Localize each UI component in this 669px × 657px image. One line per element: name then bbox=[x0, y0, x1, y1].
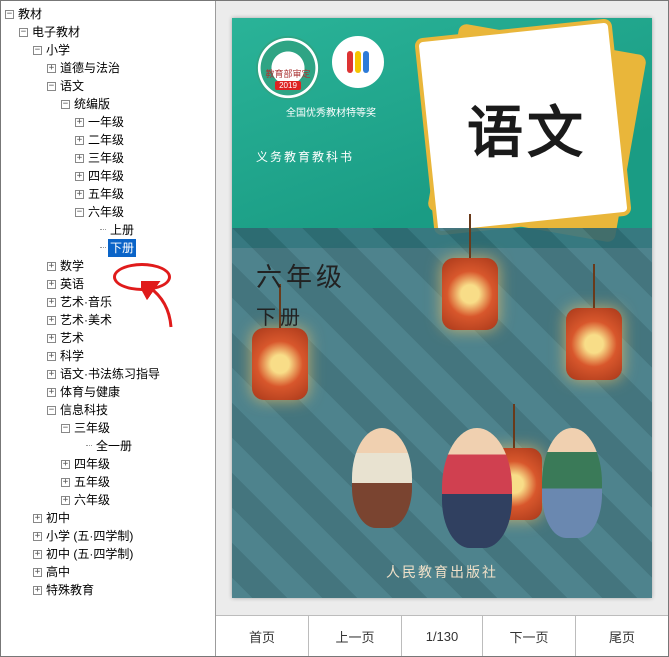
expand-icon[interactable]: + bbox=[47, 298, 56, 307]
tree-item-special[interactable]: +特殊教育 bbox=[33, 581, 215, 599]
tree-item-grade3[interactable]: +三年级 bbox=[75, 149, 215, 167]
expand-icon[interactable]: + bbox=[47, 370, 56, 379]
page-viewer[interactable]: 教育部审定 2019 全国优秀教材特等奖 义务教育教科书 语文 bbox=[216, 1, 668, 615]
tree-item-art[interactable]: +艺术 bbox=[47, 329, 215, 347]
first-page-button[interactable]: 首页 bbox=[216, 616, 309, 656]
collapse-icon[interactable]: − bbox=[61, 424, 70, 433]
expand-icon[interactable]: + bbox=[75, 118, 84, 127]
expand-icon[interactable]: + bbox=[61, 496, 70, 505]
expand-icon[interactable]: + bbox=[47, 64, 56, 73]
expand-icon[interactable]: + bbox=[75, 136, 84, 145]
tree-item-vol-upper[interactable]: 上册 bbox=[89, 221, 215, 239]
expand-icon[interactable]: + bbox=[47, 352, 56, 361]
expand-icon[interactable]: + bbox=[47, 334, 56, 343]
tree-item-junior54[interactable]: +初中 (五·四学制) bbox=[33, 545, 215, 563]
tree-item-senior[interactable]: +高中 bbox=[33, 563, 215, 581]
tree-item-grade4[interactable]: +四年级 bbox=[75, 167, 215, 185]
expand-icon[interactable]: + bbox=[33, 568, 42, 577]
tree-sidebar[interactable]: − 教材 − 电子教材 − 小学 bbox=[1, 1, 216, 656]
app-window: − 教材 − 电子教材 − 小学 bbox=[0, 0, 669, 657]
last-page-button[interactable]: 尾页 bbox=[576, 616, 668, 656]
grade-label: 六年级 bbox=[256, 258, 346, 297]
textbook-cover: 教育部审定 2019 全国优秀教材特等奖 义务教育教科书 语文 bbox=[232, 18, 652, 598]
page-indicator: 1/130 bbox=[402, 616, 483, 656]
tree-item-calligraphy[interactable]: +语文·书法练习指导 bbox=[47, 365, 215, 383]
tree-item-textbooks[interactable]: − 教材 bbox=[5, 5, 215, 23]
pager-toolbar: 首页 上一页 1/130 下一页 尾页 bbox=[216, 615, 668, 656]
tree-item-it-g5[interactable]: +五年级 bbox=[61, 473, 215, 491]
tree-item-math[interactable]: +数学 bbox=[47, 257, 215, 275]
tree-item-science[interactable]: +科学 bbox=[47, 347, 215, 365]
expand-icon[interactable]: + bbox=[47, 316, 56, 325]
next-page-button[interactable]: 下一页 bbox=[483, 616, 576, 656]
collapse-icon[interactable]: − bbox=[61, 100, 70, 109]
expand-icon[interactable]: + bbox=[33, 586, 42, 595]
tree-item-grade6[interactable]: −六年级 bbox=[75, 203, 215, 221]
tree-item-junior[interactable]: +初中 bbox=[33, 509, 215, 527]
tree-item-pe-health[interactable]: +体育与健康 bbox=[47, 383, 215, 401]
collapse-icon[interactable]: − bbox=[47, 82, 56, 91]
tree-item-it-g6[interactable]: +六年级 bbox=[61, 491, 215, 509]
volume-label: 下册 bbox=[256, 303, 346, 333]
expand-icon[interactable]: + bbox=[75, 190, 84, 199]
expand-icon[interactable]: + bbox=[33, 532, 42, 541]
tree-item-unified[interactable]: −统编版 bbox=[61, 95, 215, 113]
content-pane: 教育部审定 2019 全国优秀教材特等奖 义务教育教科书 语文 bbox=[216, 1, 668, 656]
expand-icon[interactable]: + bbox=[75, 172, 84, 181]
collapse-icon[interactable]: − bbox=[33, 46, 42, 55]
publisher-label: 人民教育出版社 bbox=[232, 562, 652, 582]
tree-item-grade2[interactable]: +二年级 bbox=[75, 131, 215, 149]
expand-icon[interactable]: + bbox=[47, 262, 56, 271]
expand-icon[interactable]: + bbox=[75, 154, 84, 163]
collapse-icon[interactable]: − bbox=[5, 10, 14, 19]
tree-item-info-tech[interactable]: −信息科技 bbox=[47, 401, 215, 419]
tree-item-art-fineart[interactable]: +艺术·美术 bbox=[47, 311, 215, 329]
tree-item-primary54[interactable]: +小学 (五·四学制) bbox=[33, 527, 215, 545]
collapse-icon[interactable]: − bbox=[47, 406, 56, 415]
expand-icon[interactable]: + bbox=[33, 514, 42, 523]
collapse-icon[interactable]: − bbox=[75, 208, 84, 217]
expand-icon[interactable]: + bbox=[47, 388, 56, 397]
tree-item-chinese[interactable]: −语文 bbox=[47, 77, 215, 95]
tree-item-it-g4[interactable]: +四年级 bbox=[61, 455, 215, 473]
expand-icon[interactable]: + bbox=[33, 550, 42, 559]
expand-icon[interactable]: + bbox=[61, 478, 70, 487]
expand-icon[interactable]: + bbox=[47, 280, 56, 289]
collapse-icon[interactable]: − bbox=[19, 28, 28, 37]
prev-page-button[interactable]: 上一页 bbox=[309, 616, 402, 656]
tree-item-grade5[interactable]: +五年级 bbox=[75, 185, 215, 203]
tree-item-primary[interactable]: − 小学 bbox=[33, 41, 215, 59]
tree-item-art-music[interactable]: +艺术·音乐 bbox=[47, 293, 215, 311]
tree-item-vol-lower[interactable]: 下册 bbox=[89, 239, 215, 257]
tree-item-english[interactable]: +英语 bbox=[47, 275, 215, 293]
tree-item-it-g3[interactable]: −三年级 bbox=[61, 419, 215, 437]
tree-item-etextbook[interactable]: − 电子教材 bbox=[19, 23, 215, 41]
tree-item-grade1[interactable]: +一年级 bbox=[75, 113, 215, 131]
tree-item-morality[interactable]: +道德与法治 bbox=[47, 59, 215, 77]
tree-item-it-g3-all[interactable]: 全一册 bbox=[75, 437, 215, 455]
tree-root: − 教材 − 电子教材 − 小学 bbox=[1, 1, 215, 603]
expand-icon[interactable]: + bbox=[61, 460, 70, 469]
